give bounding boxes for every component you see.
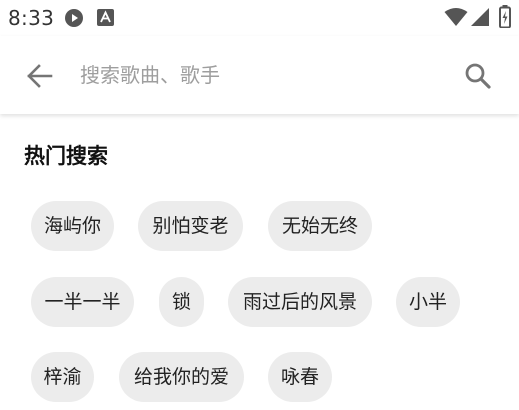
battery-icon [499, 5, 511, 32]
search-input[interactable] [80, 56, 440, 94]
hot-search-tag[interactable]: 雨过后的风景 [228, 277, 372, 327]
search-button[interactable] [456, 54, 500, 98]
font-a-icon [97, 9, 114, 30]
hot-search-tag[interactable]: 锁 [159, 277, 204, 327]
search-app-bar [0, 36, 519, 114]
arrow-back-icon [18, 64, 62, 102]
play-circle-icon [64, 8, 84, 32]
hot-search-tag[interactable]: 小半 [396, 277, 460, 327]
wifi-icon [444, 7, 468, 31]
hot-search-tag[interactable]: 给我你的爱 [119, 352, 244, 402]
status-time: 8:33 [8, 6, 55, 30]
back-button[interactable] [18, 54, 62, 98]
search-icon [456, 63, 500, 102]
hot-search-title: 热门搜索 [24, 144, 108, 168]
status-bar: 8:33 [0, 0, 519, 36]
hot-search-tag[interactable]: 咏春 [268, 352, 332, 402]
hot-search-tag[interactable]: 无始无终 [268, 201, 372, 251]
hot-search-tag[interactable]: 别怕变老 [138, 201, 243, 251]
hot-search-tag[interactable]: 梓渝 [31, 352, 94, 402]
hot-search-tag[interactable]: 一半一半 [31, 277, 134, 327]
hot-search-tag[interactable]: 海屿你 [31, 201, 114, 251]
cellular-signal-icon [470, 7, 490, 31]
